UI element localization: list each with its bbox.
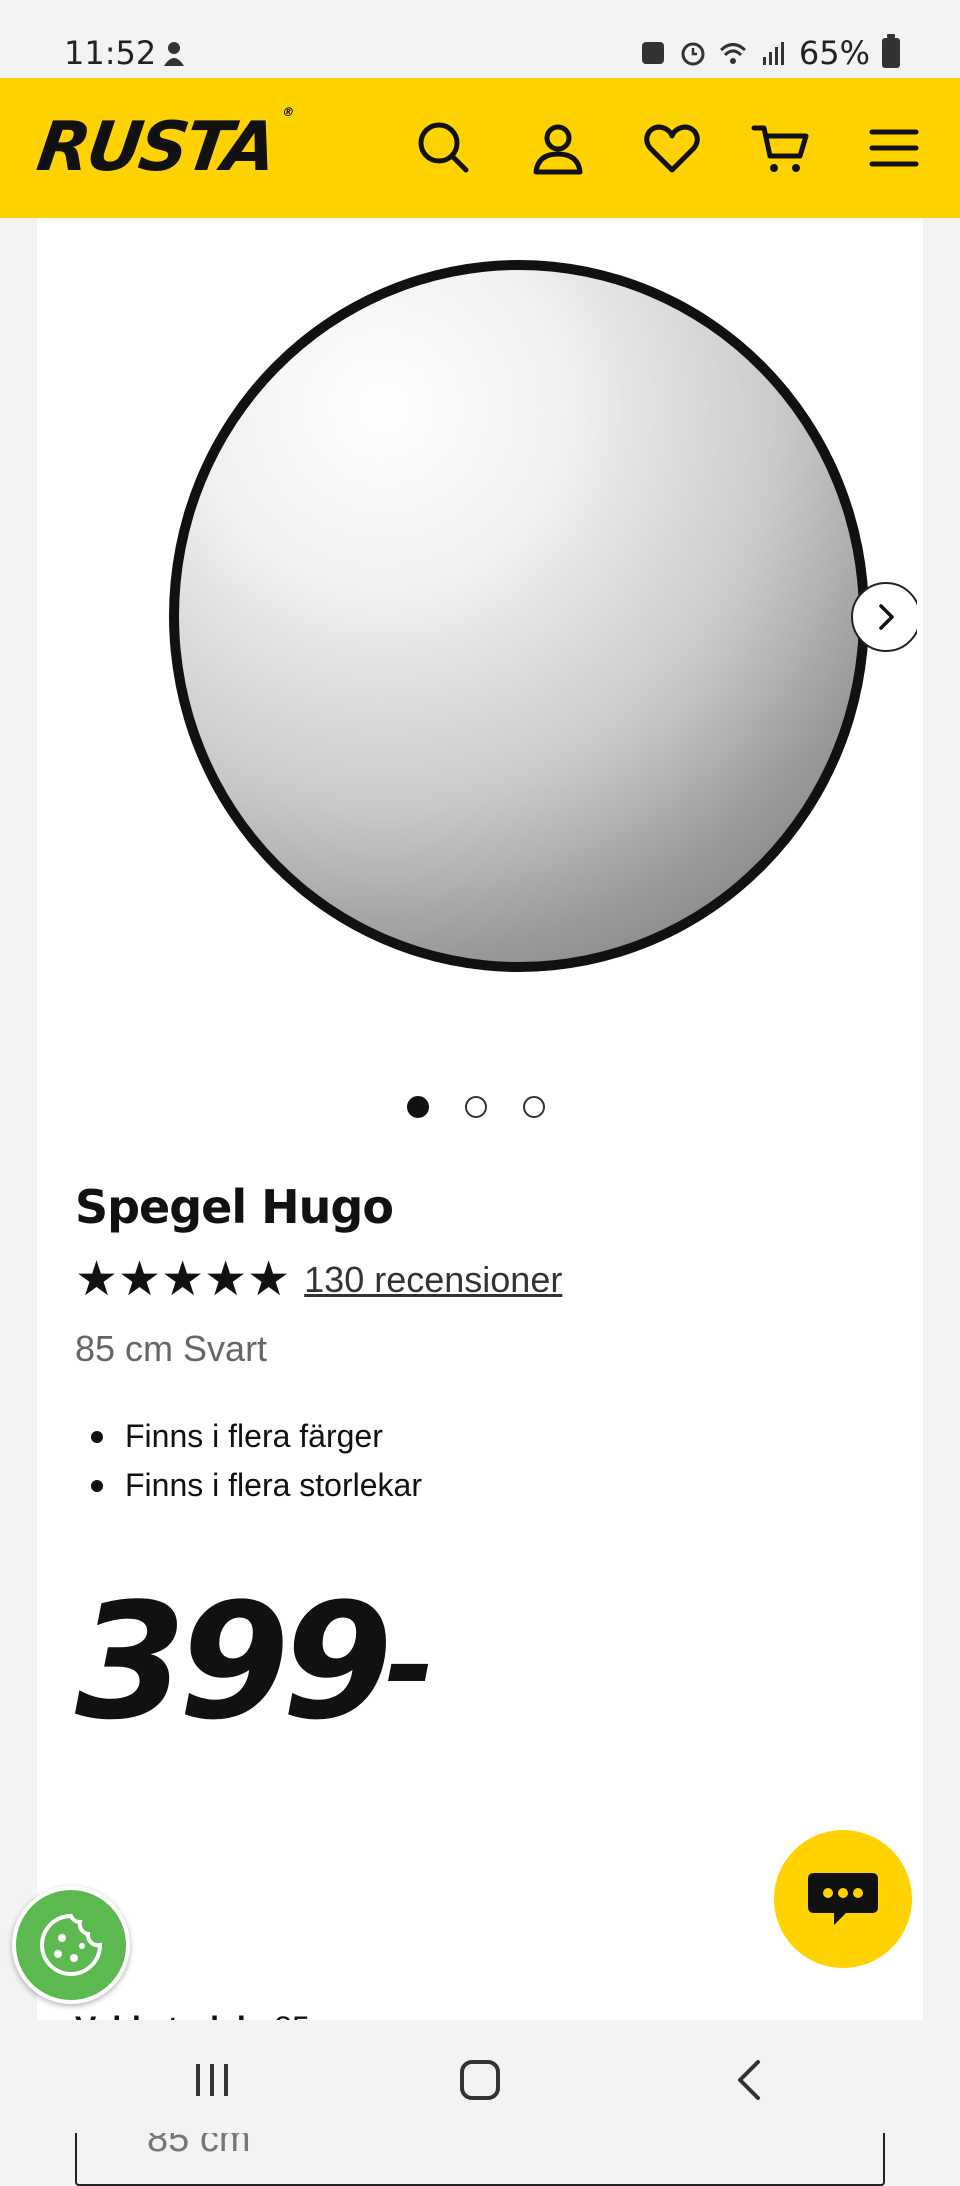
gallery-dot-2[interactable] (465, 1096, 487, 1118)
site-header: RUSTA ® (0, 78, 960, 218)
system-nav-bar (0, 2020, 960, 2133)
list-item: Finns i flera storlekar (75, 1461, 422, 1510)
chevron-right-icon (879, 604, 894, 630)
chat-button[interactable] (774, 1830, 912, 1968)
status-icons: 65% (639, 34, 900, 72)
back-icon[interactable] (720, 2050, 780, 2110)
cookie-icon (40, 1913, 103, 1976)
status-time: 11:52 (64, 34, 157, 72)
product-title: Spegel Hugo (75, 1180, 394, 1234)
bullet-icon (91, 1430, 103, 1443)
rating-row: ★★★★★ 130 recensioner (75, 1256, 562, 1304)
notification-icon (164, 42, 184, 66)
mirror-image (169, 260, 869, 972)
bullet-icon (91, 1479, 103, 1492)
battery-percent: 65% (798, 34, 870, 72)
search-icon[interactable] (412, 116, 476, 180)
wifi-icon (719, 43, 746, 64)
gallery-dot-3[interactable] (523, 1096, 545, 1118)
recent-apps-icon[interactable] (182, 2050, 242, 2110)
home-icon[interactable] (450, 2050, 510, 2110)
chat-icon (808, 1873, 878, 1925)
cart-icon[interactable] (750, 116, 814, 180)
cookie-settings-button[interactable] (12, 1886, 130, 2004)
signal-icon (762, 42, 784, 65)
product-card: Spegel Hugo ★★★★★ 130 recensioner 85 cm … (37, 218, 923, 2186)
feature-list: Finns i flera färger Finns i flera storl… (75, 1412, 422, 1510)
gallery-dot-1[interactable] (407, 1096, 429, 1118)
recycle-icon (641, 42, 664, 64)
status-bar: 11:52 65% (0, 0, 960, 78)
product-variant: 85 cm Svart (75, 1328, 268, 1369)
rusta-logo[interactable]: RUSTA ® (32, 105, 292, 187)
gallery-dots (407, 1096, 545, 1118)
reviews-link[interactable]: 130 recensioner (304, 1259, 562, 1301)
star-rating: ★★★★★ (75, 1253, 291, 1306)
alarm-icon (681, 42, 705, 66)
next-image-button[interactable] (851, 582, 917, 652)
product-image[interactable] (77, 218, 917, 1028)
battery-icon (882, 34, 900, 68)
list-item: Finns i flera färger (75, 1412, 422, 1461)
account-icon[interactable] (526, 116, 590, 180)
product-price: 399- (75, 1568, 435, 1755)
heart-icon[interactable] (640, 116, 704, 180)
menu-icon[interactable] (862, 116, 926, 180)
